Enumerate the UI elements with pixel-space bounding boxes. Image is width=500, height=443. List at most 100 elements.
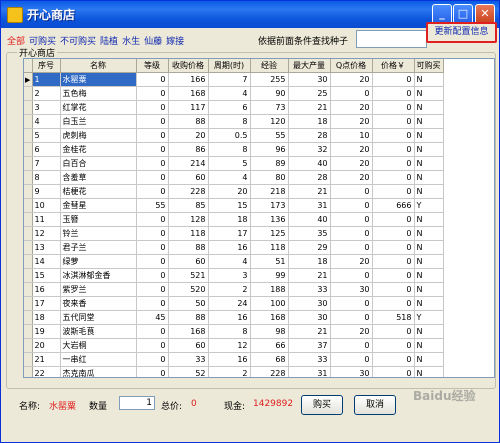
row-indicator[interactable] bbox=[24, 156, 33, 171]
close-button[interactable]: ✕ bbox=[475, 4, 495, 24]
window-title: 开心商店 bbox=[27, 8, 76, 22]
table-cell: 4 bbox=[208, 86, 251, 101]
table-row[interactable]: 3 红掌花 0 117 6 73 21 20 0 N bbox=[24, 100, 444, 115]
column-header[interactable]: 经验 bbox=[250, 59, 289, 73]
table-row[interactable]: 10 金彗星 55 85 15 173 31 0 666 Y bbox=[24, 198, 444, 213]
column-header[interactable]: 收购价格 bbox=[168, 59, 209, 73]
row-indicator[interactable] bbox=[24, 338, 33, 353]
row-indicator[interactable] bbox=[24, 86, 33, 101]
table-cell: 1 bbox=[32, 72, 61, 87]
table-cell: 0 bbox=[136, 72, 169, 87]
row-indicator[interactable] bbox=[24, 226, 33, 241]
filter-link[interactable]: 水生 bbox=[122, 37, 140, 47]
column-header[interactable]: 最大产量 bbox=[288, 59, 331, 73]
filter-link[interactable]: 陆植 bbox=[100, 37, 118, 47]
column-header[interactable]: 等级 bbox=[136, 59, 169, 73]
table-cell: 0 bbox=[136, 156, 169, 171]
maximize-button[interactable]: □ bbox=[453, 4, 473, 24]
table-row[interactable]: 7 白百合 0 214 5 89 40 20 0 N bbox=[24, 156, 444, 171]
table-cell: 60 bbox=[168, 170, 209, 185]
search-input[interactable] bbox=[356, 30, 427, 48]
table-cell: 0 bbox=[136, 142, 169, 157]
table-row[interactable]: 17 夜来香 0 50 24 100 30 0 0 N bbox=[24, 296, 444, 311]
table-row[interactable]: 21 一串红 0 33 16 68 33 0 0 N bbox=[24, 352, 444, 367]
table-cell: 0 bbox=[136, 240, 169, 255]
table-cell: 18 bbox=[288, 254, 331, 269]
table-cell: 20 bbox=[330, 72, 373, 87]
table-row[interactable]: ▶ 1 水罂粟 0 166 7 255 30 20 0 N bbox=[24, 72, 444, 87]
row-indicator[interactable] bbox=[24, 296, 33, 311]
table-cell: 33 bbox=[288, 352, 331, 367]
table-row[interactable]: 13 君子兰 0 88 16 118 29 0 0 N bbox=[24, 240, 444, 255]
cancel-button[interactable]: 取消 bbox=[354, 395, 396, 415]
filter-link[interactable]: 嫁接 bbox=[166, 37, 184, 47]
table-row[interactable]: 15 冰淇淋郁金香 0 521 3 99 21 0 0 N bbox=[24, 268, 444, 283]
row-indicator[interactable] bbox=[24, 198, 33, 213]
row-indicator[interactable] bbox=[24, 128, 33, 143]
table-cell: 0 bbox=[330, 338, 373, 353]
quantity-input[interactable]: 1 bbox=[119, 396, 155, 410]
table-row[interactable]: 19 波斯毛茛 0 168 8 98 21 20 0 N bbox=[24, 324, 444, 339]
filter-link[interactable]: 不可购买 bbox=[60, 37, 96, 47]
minimize-button[interactable]: _ bbox=[432, 4, 452, 24]
table-cell: 0 bbox=[136, 86, 169, 101]
table-row[interactable]: 14 绿萝 0 60 4 51 18 20 0 N bbox=[24, 254, 444, 269]
table-row[interactable]: 6 金桂花 0 86 8 96 32 20 0 N bbox=[24, 142, 444, 157]
table-cell: N bbox=[414, 170, 444, 185]
table-cell: 20 bbox=[168, 128, 209, 143]
row-indicator[interactable] bbox=[24, 240, 33, 255]
column-header[interactable]: 周期(时) bbox=[208, 59, 251, 73]
row-indicator[interactable] bbox=[24, 310, 33, 325]
row-indicator[interactable] bbox=[24, 366, 33, 377]
refresh-config-button[interactable]: 更新配置信息 bbox=[426, 22, 497, 43]
table-cell: 0 bbox=[372, 72, 415, 87]
table-cell: 5 bbox=[208, 156, 251, 171]
cash-label: 现金: bbox=[224, 402, 246, 412]
row-indicator[interactable] bbox=[24, 324, 33, 339]
table-cell: 88 bbox=[168, 310, 209, 325]
filter-link[interactable]: 仙藤 bbox=[144, 37, 162, 47]
table-row[interactable]: 22 杰克南瓜 0 52 2 228 31 30 0 N bbox=[24, 366, 444, 377]
table-cell: N bbox=[414, 366, 444, 377]
row-indicator[interactable] bbox=[24, 212, 33, 227]
table-row[interactable]: 20 大岩桐 0 60 12 66 37 0 0 N bbox=[24, 338, 444, 353]
table-cell: 0 bbox=[372, 240, 415, 255]
table-cell: 20 bbox=[330, 170, 373, 185]
table-row[interactable]: 4 白玉兰 0 88 8 120 18 20 0 N bbox=[24, 114, 444, 129]
table-cell: 0 bbox=[136, 226, 169, 241]
table-cell: 9 bbox=[32, 184, 61, 199]
table-cell: 128 bbox=[168, 212, 209, 227]
row-indicator[interactable]: ▶ bbox=[24, 72, 33, 87]
table-cell: 0 bbox=[372, 212, 415, 227]
row-indicator[interactable] bbox=[24, 268, 33, 283]
row-indicator[interactable] bbox=[24, 170, 33, 185]
row-indicator[interactable] bbox=[24, 254, 33, 269]
table-cell: 80 bbox=[250, 170, 289, 185]
table-row[interactable]: 18 五代同堂 45 88 16 168 30 0 518 Y bbox=[24, 310, 444, 325]
title-bar[interactable]: 开心商店 _ □ ✕ bbox=[1, 1, 499, 28]
row-indicator[interactable] bbox=[24, 100, 33, 115]
table-cell: 88 bbox=[168, 240, 209, 255]
seed-grid[interactable]: 序号 名称 等级 收购价格 周期(时) 经验 最大产量 Q点价格 价格￥ 可购买 ▶ 1 水罂粟 0 16… bbox=[23, 58, 495, 378]
table-row[interactable]: 16 紫罗兰 0 520 2 188 33 30 0 N bbox=[24, 282, 444, 297]
column-header[interactable]: 价格￥ bbox=[372, 59, 415, 73]
row-indicator[interactable] bbox=[24, 282, 33, 297]
column-header[interactable]: 序号 bbox=[32, 59, 61, 73]
table-row[interactable]: 9 桔梗花 0 228 20 218 21 0 0 N bbox=[24, 184, 444, 199]
row-indicator[interactable] bbox=[24, 142, 33, 157]
column-header[interactable]: 可购买 bbox=[414, 59, 444, 73]
table-cell: 14 bbox=[32, 254, 61, 269]
table-cell: Y bbox=[414, 198, 444, 213]
table-row[interactable]: 12 铃兰 0 118 17 125 35 0 0 N bbox=[24, 226, 444, 241]
row-indicator[interactable] bbox=[24, 352, 33, 367]
column-header[interactable]: 名称 bbox=[60, 59, 137, 73]
table-cell: 五色梅 bbox=[60, 86, 137, 101]
table-row[interactable]: 5 虎刺梅 0 20 0.5 55 28 10 0 N bbox=[24, 128, 444, 143]
table-row[interactable]: 8 含羞草 0 60 4 80 28 20 0 N bbox=[24, 170, 444, 185]
row-indicator[interactable] bbox=[24, 184, 33, 199]
buy-button[interactable]: 购买 bbox=[301, 395, 343, 415]
table-row[interactable]: 2 五色梅 0 168 4 90 25 0 0 N bbox=[24, 86, 444, 101]
table-row[interactable]: 11 玉簪 0 128 18 136 40 0 0 N bbox=[24, 212, 444, 227]
row-indicator[interactable] bbox=[24, 114, 33, 129]
column-header[interactable]: Q点价格 bbox=[330, 59, 373, 73]
